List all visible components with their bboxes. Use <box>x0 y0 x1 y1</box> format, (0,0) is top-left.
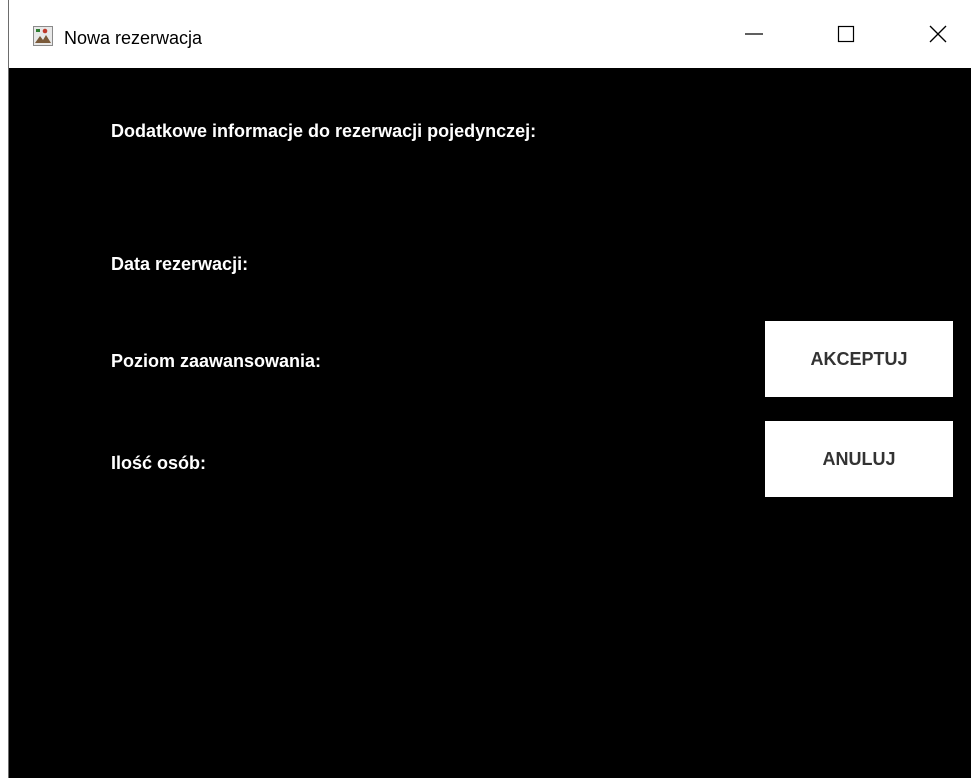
level-label: Poziom zaawansowania: <box>111 351 322 371</box>
form-heading: Dodatkowe informacje do rezerwacji pojed… <box>111 121 537 141</box>
title-bar[interactable]: Nowa rezerwacja <box>9 0 971 68</box>
maximize-button[interactable] <box>812 0 880 68</box>
accept-button[interactable]: AKCEPTUJ <box>765 321 953 397</box>
minimize-icon <box>744 24 764 44</box>
close-icon <box>928 24 948 44</box>
date-label: Data rezerwacji: <box>111 254 249 274</box>
cancel-button[interactable]: ANULUJ <box>765 421 953 497</box>
window-title: Nowa rezerwacja <box>64 28 203 48</box>
minimize-button[interactable] <box>720 0 788 68</box>
close-button[interactable] <box>904 0 971 68</box>
java-app-icon <box>33 26 53 46</box>
persons-label: Ilość osób: <box>111 453 207 473</box>
maximize-icon <box>836 24 856 44</box>
dialog-window: Nowa rezerwacja Dodatkowe informacje do … <box>8 0 971 778</box>
